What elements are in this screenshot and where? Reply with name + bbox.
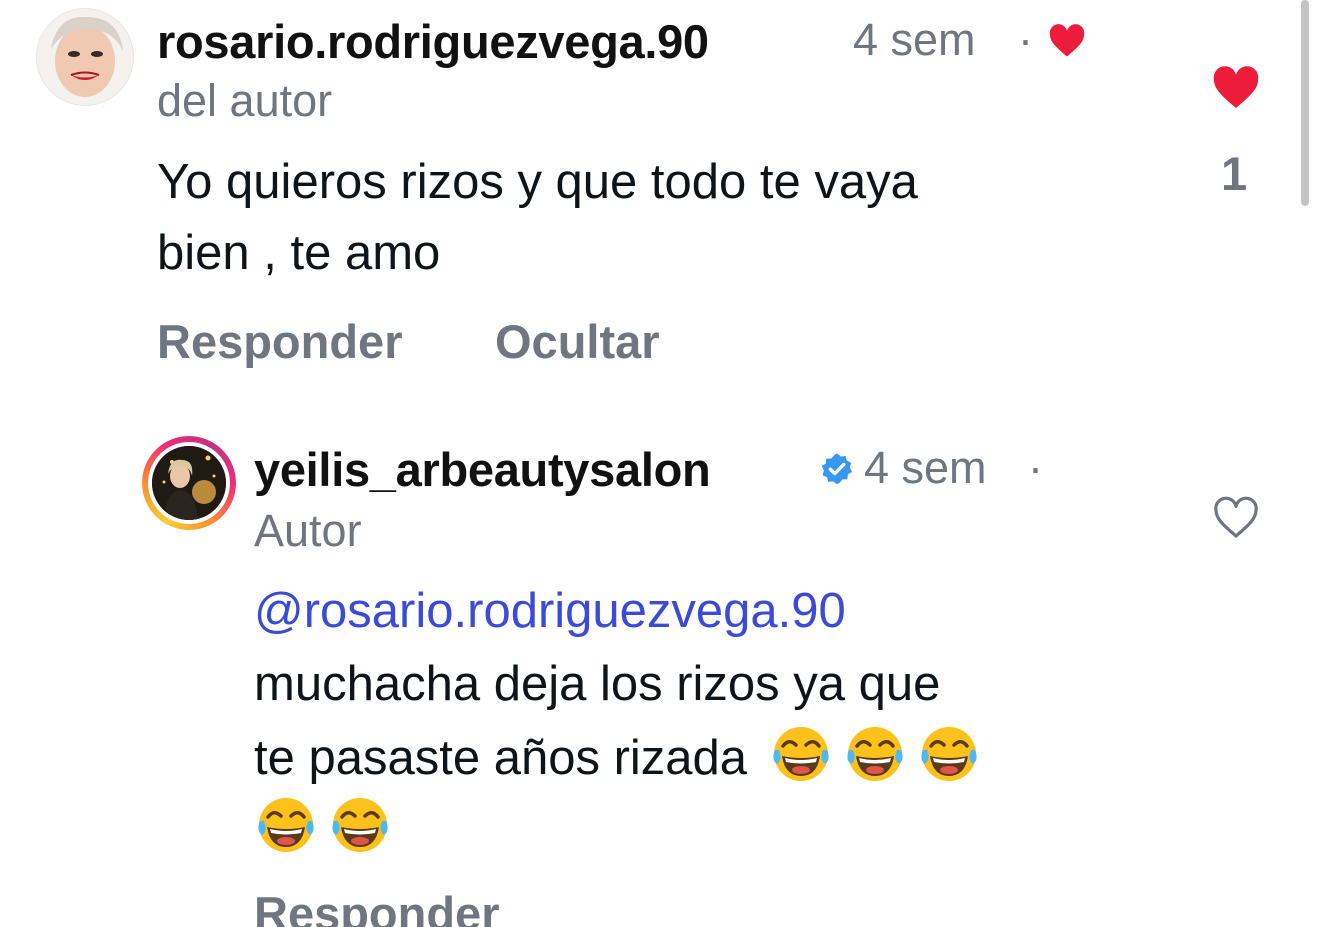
heart-icon [1049, 24, 1085, 57]
reply-text-line2-text: te pasaste años rizada [254, 731, 748, 785]
comments-thread: rosario.rodriguezvega.90 4 sem · del aut… [0, 0, 1320, 927]
reply-text-line2: te pasaste años rizada [254, 720, 991, 794]
reply-button[interactable]: Responder [157, 314, 403, 369]
mention-link[interactable]: @rosario.rodriguezvega.90 [254, 584, 846, 638]
hide-button[interactable]: Ocultar [495, 314, 660, 369]
scrollbar[interactable] [1301, 0, 1309, 206]
author-liked-label: del autor [157, 75, 333, 126]
laughing-tears-emoji [258, 798, 314, 852]
heart-outline-icon[interactable] [1211, 496, 1261, 540]
avatar-photo [152, 446, 226, 520]
meta-separator: · [1028, 442, 1043, 493]
laughing-tears-emoji [332, 798, 388, 852]
avatar-photo [37, 9, 133, 105]
reply-text-line1: muchacha deja los rizos ya que [254, 657, 941, 711]
reply-button[interactable]: Responder [254, 886, 500, 927]
comment-text-line2: bien , te amo [157, 226, 441, 280]
comment-time: 4 sem [853, 14, 976, 65]
reply-text-line3 [254, 791, 402, 865]
avatar[interactable] [36, 8, 134, 106]
laughing-tears-emoji [921, 727, 977, 781]
comment-text-line1: Yo quieros rizos y que todo te vaya [157, 155, 918, 209]
comment-username[interactable]: rosario.rodriguezvega.90 [157, 14, 709, 69]
heart-filled-icon[interactable] [1211, 66, 1261, 110]
author-badge: Autor [254, 505, 362, 556]
like-count: 1 [1221, 147, 1248, 200]
avatar[interactable] [142, 436, 236, 530]
reply-time: 4 sem [864, 442, 987, 493]
meta-separator: · [1018, 14, 1033, 65]
laughing-tears-emoji [847, 727, 903, 781]
laughing-tears-emoji [773, 727, 829, 781]
reply-username[interactable]: yeilis_arbeautysalon [254, 442, 711, 497]
reply-mention[interactable]: @rosario.rodriguezvega.90 [254, 576, 846, 647]
verified-badge-icon [821, 453, 853, 485]
